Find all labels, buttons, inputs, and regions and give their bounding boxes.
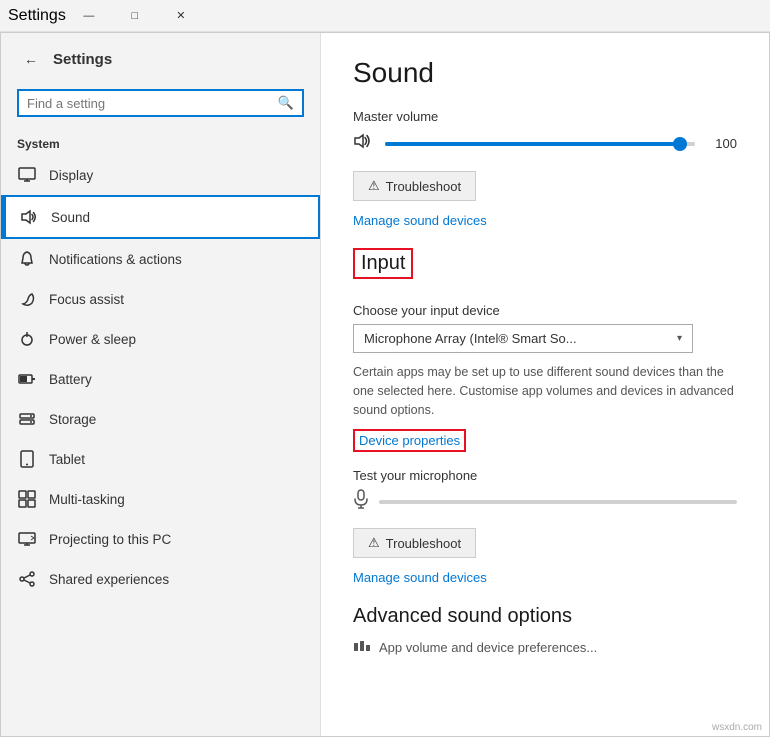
sound-label: Sound — [51, 210, 90, 225]
slider-track — [385, 142, 695, 146]
battery-icon — [17, 369, 37, 389]
sidebar-item-storage[interactable]: Storage — [1, 399, 320, 439]
slider-thumb — [673, 137, 687, 151]
troubleshoot-button-2[interactable]: ⚠ Troubleshoot — [353, 528, 476, 558]
multitasking-icon — [17, 489, 37, 509]
projecting-label: Projecting to this PC — [49, 532, 171, 547]
maximize-button[interactable]: □ — [112, 0, 158, 32]
device-value: Microphone Array (Intel® Smart So... — [364, 331, 577, 346]
system-section-label: System — [1, 129, 320, 155]
input-device-dropdown[interactable]: Microphone Array (Intel® Smart So... ▾ — [353, 324, 693, 353]
display-label: Display — [49, 168, 93, 183]
volume-value: 100 — [707, 136, 737, 151]
focus-assist-label: Focus assist — [49, 292, 124, 307]
app-vol-icon — [353, 638, 371, 656]
close-button[interactable]: ✕ — [158, 0, 204, 32]
multitasking-label: Multi-tasking — [49, 492, 125, 507]
storage-icon — [17, 409, 37, 429]
shared-icon — [17, 569, 37, 589]
title-bar: Settings — □ ✕ — [0, 0, 770, 32]
troubleshoot-button-1[interactable]: ⚠ Troubleshoot — [353, 171, 476, 201]
minimize-button[interactable]: — — [66, 0, 112, 32]
page-title: Sound — [353, 57, 737, 89]
mic-level-track — [379, 500, 737, 504]
storage-label: Storage — [49, 412, 96, 427]
info-text: Certain apps may be set up to use differ… — [353, 363, 737, 419]
app-window: ← Settings 🔍 System Display — [0, 32, 770, 737]
watermark: wsxdn.com — [712, 722, 762, 733]
tablet-label: Tablet — [49, 452, 85, 467]
tablet-icon — [17, 449, 37, 469]
sidebar-item-multitasking[interactable]: Multi-tasking — [1, 479, 320, 519]
search-icon: 🔍 — [278, 95, 294, 111]
volume-slider[interactable] — [385, 134, 695, 154]
content-area: Sound Master volume 100 ⚠ Troubl — [321, 33, 769, 736]
shared-label: Shared experiences — [49, 572, 169, 587]
notifications-label: Notifications & actions — [49, 252, 182, 267]
projecting-icon — [17, 529, 37, 549]
sidebar-header: ← Settings — [1, 33, 320, 85]
microphone-icon — [353, 489, 369, 514]
back-button[interactable]: ← — [17, 45, 45, 73]
focus-assist-icon — [17, 289, 37, 309]
sidebar-item-power-sleep[interactable]: Power & sleep — [1, 319, 320, 359]
troubleshoot-label-2: Troubleshoot — [386, 536, 461, 551]
sidebar-item-battery[interactable]: Battery — [1, 359, 320, 399]
sound-icon — [19, 207, 39, 227]
troubleshoot-label-1: Troubleshoot — [386, 179, 461, 194]
sidebar-item-shared[interactable]: Shared experiences — [1, 559, 320, 599]
sidebar-item-projecting[interactable]: Projecting to this PC — [1, 519, 320, 559]
sidebar: ← Settings 🔍 System Display — [1, 33, 321, 736]
sidebar-item-notifications[interactable]: Notifications & actions — [1, 239, 320, 279]
device-properties-link[interactable]: Device properties — [353, 429, 466, 452]
search-box: 🔍 — [17, 89, 304, 117]
master-volume-label: Master volume — [353, 109, 737, 124]
search-container: 🔍 — [1, 85, 320, 129]
sidebar-item-tablet[interactable]: Tablet — [1, 439, 320, 479]
notifications-icon — [17, 249, 37, 269]
mic-test-row — [353, 489, 737, 514]
warning-icon-1: ⚠ — [368, 178, 380, 194]
chevron-down-icon: ▾ — [677, 333, 682, 344]
power-icon — [17, 329, 37, 349]
input-section-title: Input — [353, 248, 413, 279]
title-bar-title: Settings — [8, 7, 66, 25]
app-vol-row: App volume and device preferences... — [353, 638, 737, 656]
manage-sound-devices-link-2[interactable]: Manage sound devices — [353, 570, 737, 585]
mic-test-label: Test your microphone — [353, 468, 737, 483]
warning-icon-2: ⚠ — [368, 535, 380, 551]
sidebar-item-sound[interactable]: Sound — [1, 195, 320, 239]
sidebar-item-focus-assist[interactable]: Focus assist — [1, 279, 320, 319]
search-input[interactable] — [27, 96, 272, 111]
app-title: Settings — [53, 51, 112, 68]
app-vol-label: App volume and device preferences... — [379, 640, 597, 655]
power-label: Power & sleep — [49, 332, 136, 347]
battery-label: Battery — [49, 372, 92, 387]
title-bar-controls: — □ ✕ — [66, 0, 204, 32]
advanced-section-title: Advanced sound options — [353, 605, 737, 628]
device-label: Choose your input device — [353, 303, 737, 318]
manage-sound-devices-link-1[interactable]: Manage sound devices — [353, 213, 737, 228]
sidebar-item-display[interactable]: Display — [1, 155, 320, 195]
display-icon — [17, 165, 37, 185]
slider-fill — [385, 142, 680, 146]
volume-row: 100 — [353, 132, 737, 155]
volume-icon — [353, 132, 373, 155]
